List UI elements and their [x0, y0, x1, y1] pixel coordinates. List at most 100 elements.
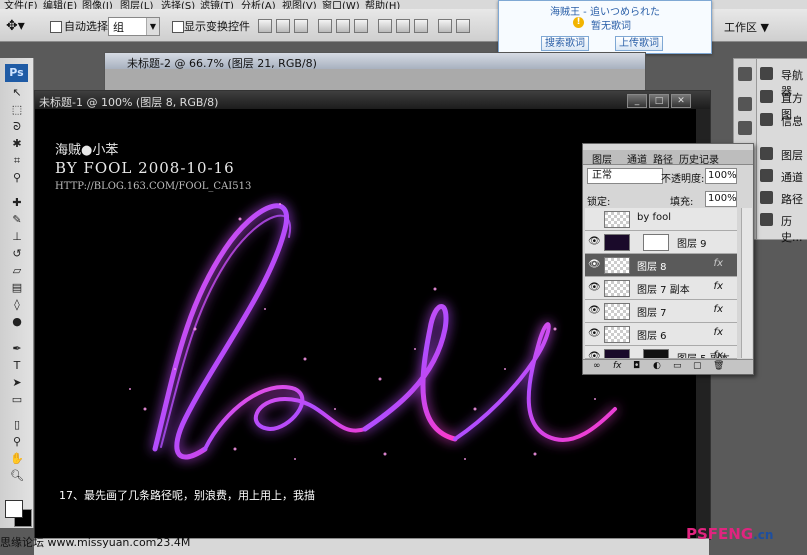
align-top-icon[interactable] — [258, 19, 272, 33]
auto-select-checkbox[interactable] — [50, 21, 62, 33]
type-icon[interactable]: T — [10, 359, 24, 372]
menu-item-edit[interactable]: 编辑(E) — [43, 0, 77, 9]
clipboard-icon[interactable] — [738, 121, 752, 135]
trash-icon[interactable]: 🗑︎ — [713, 361, 724, 371]
search-lyrics-button[interactable]: 搜索歌词 — [541, 36, 589, 51]
eye-icon[interactable]: 👁︎ — [588, 236, 601, 247]
eyedropper-icon[interactable]: ⚲ — [10, 171, 24, 184]
minimize-icon[interactable]: _ — [627, 94, 647, 108]
new-layer-icon[interactable]: ▢ — [693, 361, 702, 371]
magic-wand-icon[interactable]: ✱ — [10, 137, 24, 150]
folder-icon[interactable]: ▭ — [673, 361, 682, 371]
add-style-icon[interactable]: fx — [613, 361, 622, 371]
dodge-icon[interactable]: ● — [10, 315, 24, 328]
marquee-icon[interactable]: ⬚ — [10, 103, 24, 116]
menu-item-image[interactable]: 图像(I) — [82, 0, 113, 9]
tab-layers[interactable]: 图层 — [592, 151, 612, 166]
eye-icon[interactable]: 👁︎ — [588, 259, 601, 270]
document-window-2[interactable]: 未标题-2 @ 66.7% (图层 21, RGB/8) — [104, 52, 646, 94]
history-brush-icon[interactable]: ↺ — [10, 247, 24, 260]
layer-row[interactable]: 👁︎ 图层 7 fx — [585, 300, 737, 323]
zoom-icon[interactable]: 🔍︎ — [10, 469, 24, 482]
dock-history[interactable]: 历史... — [757, 209, 807, 244]
eye-icon[interactable]: 👁︎ — [588, 328, 601, 339]
dock-histogram[interactable]: 直方图 — [757, 86, 807, 121]
opacity-input[interactable]: 100% — [705, 168, 737, 184]
menu-item-view[interactable]: 视图(V) — [282, 0, 317, 9]
fx-icon[interactable]: fx — [714, 304, 723, 315]
dock-info[interactable]: 信息 — [757, 109, 807, 131]
move-tool-icon[interactable]: ✥▾ — [6, 18, 25, 34]
shape-icon[interactable]: ▭ — [10, 393, 24, 406]
layer-row[interactable]: by fool — [585, 208, 737, 231]
dock-navigator[interactable]: 导航器 — [757, 63, 807, 98]
path-selection-icon[interactable]: ➤ — [10, 376, 24, 389]
dock-channels[interactable]: 通道 — [757, 165, 807, 187]
healing-brush-icon[interactable]: ✚ — [10, 196, 24, 209]
hand-icon[interactable]: ✋ — [10, 452, 24, 465]
distribute-center-icon[interactable] — [456, 19, 470, 33]
align-right-icon[interactable] — [354, 19, 368, 33]
crop-icon[interactable]: ⌗ — [10, 154, 24, 167]
layer-row[interactable]: 👁︎ 图层 7 副本 fx — [585, 277, 737, 300]
auto-select-dropdown[interactable]: 组 ▼ — [108, 17, 160, 36]
show-transform-checkbox[interactable] — [172, 21, 184, 33]
dock-layers[interactable]: 图层 — [757, 143, 807, 165]
upload-lyrics-button[interactable]: 上传歌词 — [615, 36, 663, 51]
menu-item-file[interactable]: 文件(F) — [4, 0, 38, 9]
usb-icon[interactable] — [738, 97, 752, 111]
menu-item-help[interactable]: 帮助(H) — [365, 0, 400, 9]
clone-stamp-icon[interactable]: ⊥ — [10, 230, 24, 243]
tab-paths[interactable]: 路径 — [653, 151, 673, 166]
lasso-icon[interactable]: ᘐ — [10, 120, 24, 133]
distribute-bottom-icon[interactable] — [414, 19, 428, 33]
menu-item-window[interactable]: 窗口(W) — [322, 0, 360, 9]
eye-icon[interactable]: 👁︎ — [588, 305, 601, 316]
add-mask-icon[interactable]: ◘ — [633, 361, 640, 371]
blend-mode-select[interactable]: 正常 — [587, 168, 663, 184]
eyedropper-2-icon[interactable]: ⚲ — [10, 435, 24, 448]
tab-history[interactable]: 历史记录 — [679, 151, 719, 166]
tools-icon[interactable] — [738, 67, 752, 81]
fill-input[interactable]: 100% — [705, 191, 737, 207]
pen-icon[interactable]: ✒ — [10, 342, 24, 355]
fx-icon[interactable]: fx — [714, 350, 723, 358]
gradient-icon[interactable]: ▤ — [10, 281, 24, 294]
eye-icon[interactable]: 👁︎ — [588, 282, 601, 293]
maximize-icon[interactable]: □ — [649, 94, 669, 108]
menu-item-select[interactable]: 选择(S) — [161, 0, 195, 9]
fx-icon[interactable]: fx — [714, 327, 723, 338]
move-icon[interactable]: ↖ — [10, 86, 24, 99]
layers-scrollbar[interactable] — [741, 208, 752, 358]
adjustment-icon[interactable]: ◐ — [653, 361, 661, 371]
distribute-top-icon[interactable] — [378, 19, 392, 33]
workspace-button[interactable]: 工作区 ▼ — [724, 19, 769, 35]
align-center-icon[interactable] — [336, 19, 350, 33]
layer-row[interactable]: 👁︎ 图层 9 — [585, 231, 737, 254]
align-left-icon[interactable] — [318, 19, 332, 33]
menu-item-filter[interactable]: 滤镜(T) — [200, 0, 234, 9]
distribute-left-icon[interactable] — [438, 19, 452, 33]
foreground-color-swatch[interactable] — [5, 500, 23, 518]
align-bottom-icon[interactable] — [294, 19, 308, 33]
tab-channels[interactable]: 通道 — [627, 151, 647, 166]
close-icon[interactable]: ✕ — [671, 94, 691, 108]
layer-row[interactable]: 👁︎ 图层 5 副本 fx — [585, 346, 737, 359]
brush-icon[interactable]: ✎ — [10, 213, 24, 226]
document-2-titlebar[interactable]: 未标题-2 @ 66.7% (图层 21, RGB/8) — [105, 53, 645, 70]
eye-icon[interactable]: 👁︎ — [588, 351, 601, 358]
layer-row-selected[interactable]: 👁︎ 图层 8 fx — [585, 254, 737, 277]
blur-icon[interactable]: ◊ — [10, 298, 24, 311]
distribute-middle-icon[interactable] — [396, 19, 410, 33]
fx-icon[interactable]: fx — [714, 281, 723, 292]
document-1-titlebar[interactable]: 未标题-1 @ 100% (图层 8, RGB/8) _ □ ✕ — [35, 91, 710, 109]
notes-icon[interactable]: ▯ — [10, 418, 24, 431]
layer-row[interactable]: 👁︎ 图层 6 fx — [585, 323, 737, 346]
link-icon[interactable]: ∞ — [593, 361, 601, 371]
dock-paths[interactable]: 路径 — [757, 187, 807, 209]
menu-item-layer[interactable]: 图层(L) — [120, 0, 153, 9]
align-middle-icon[interactable] — [276, 19, 290, 33]
menu-item-analysis[interactable]: 分析(A) — [241, 0, 276, 9]
eraser-icon[interactable]: ▱ — [10, 264, 24, 277]
fx-icon[interactable]: fx — [714, 258, 723, 269]
